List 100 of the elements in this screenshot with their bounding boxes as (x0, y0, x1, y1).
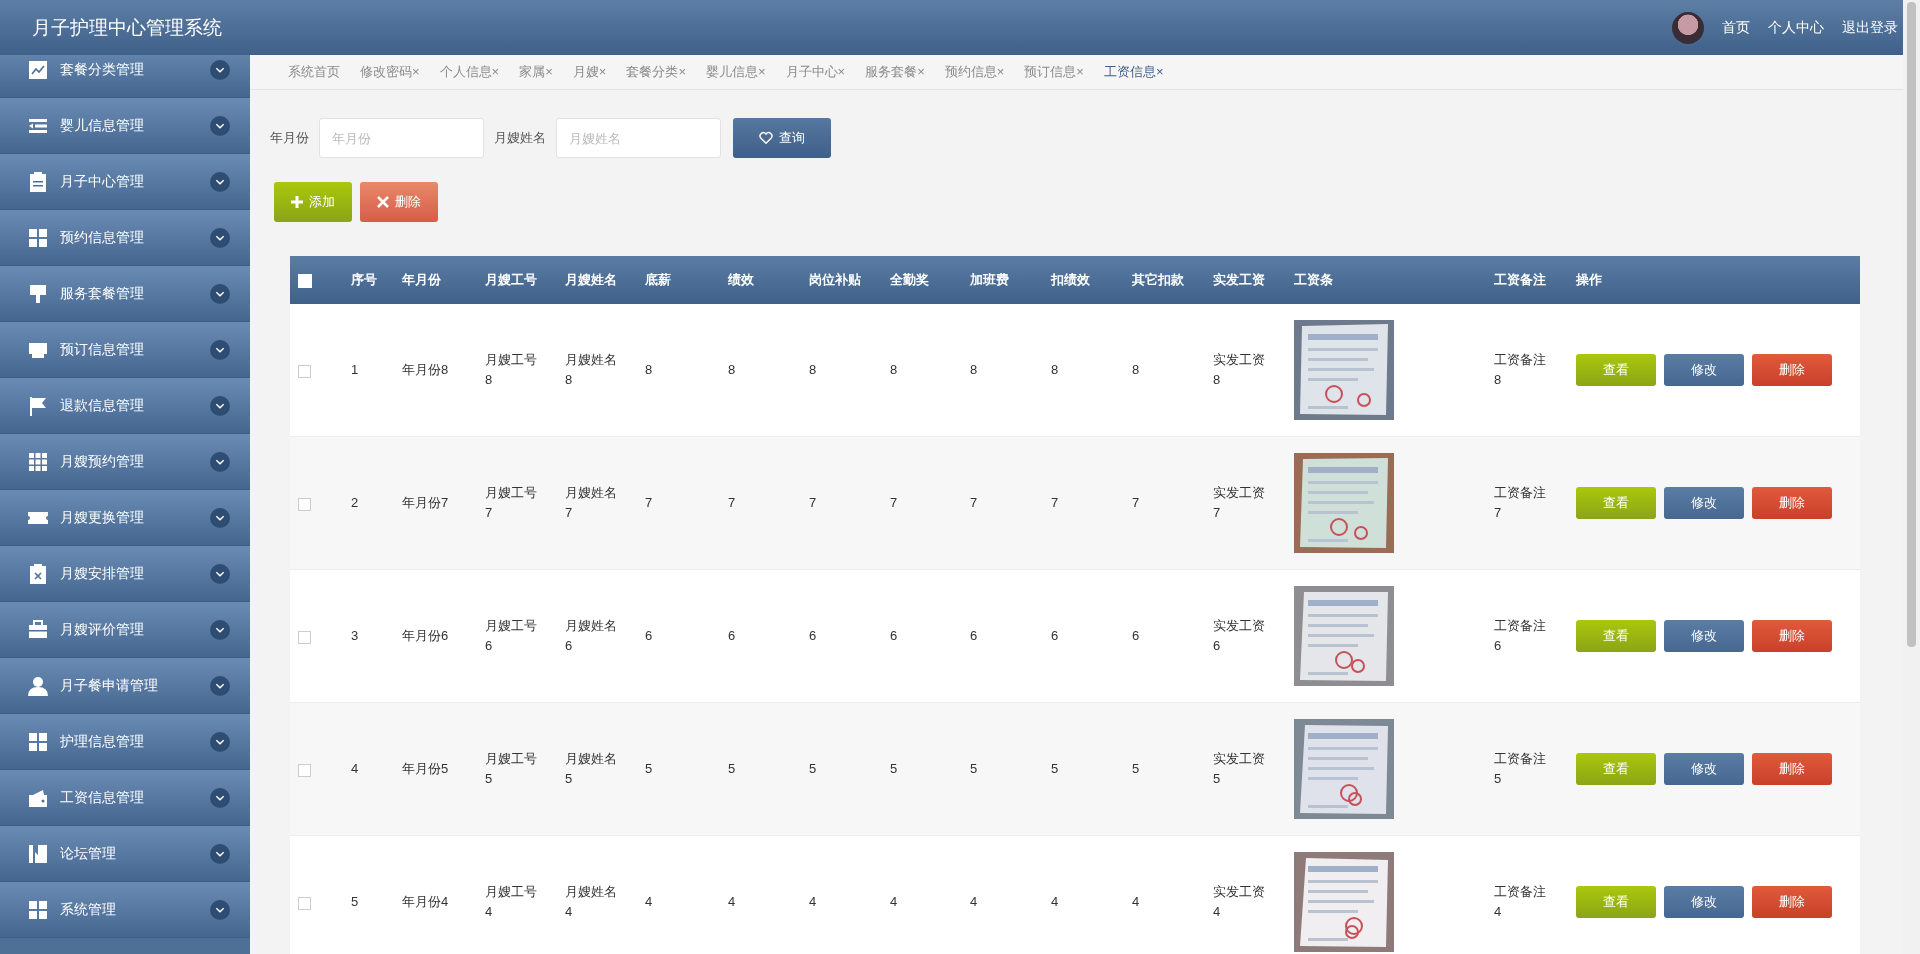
chevron-down-icon[interactable] (210, 227, 230, 248)
sidebar-item[interactable]: 月嫂安排管理 (0, 546, 250, 602)
edit-button[interactable]: 修改 (1664, 753, 1744, 785)
delete-button[interactable]: 删除 (1752, 487, 1832, 519)
chevron-down-icon[interactable] (210, 395, 230, 416)
view-button[interactable]: 查看 (1576, 354, 1656, 386)
table-cell-text: 5 (970, 760, 978, 778)
table-cell-text: 月嫂姓名7 (565, 484, 618, 522)
sidebar-item[interactable]: 系统管理 (0, 882, 250, 938)
chevron-down-icon[interactable] (210, 619, 230, 640)
tab[interactable]: 服务套餐× (865, 63, 925, 81)
sidebar-item[interactable]: 预约信息管理 (0, 210, 250, 266)
edit-button[interactable]: 修改 (1664, 487, 1744, 519)
avatar[interactable] (1672, 11, 1704, 44)
sidebar-item[interactable]: 月嫂更换管理 (0, 490, 250, 546)
delete-button[interactable]: 删除 (1752, 354, 1832, 386)
delete-button[interactable]: 删除 (360, 182, 438, 222)
row-checkbox[interactable] (298, 763, 311, 777)
table-cell-text: 年月份4 (402, 893, 449, 911)
column-header: 操作 (1568, 256, 1860, 304)
sidebar-item[interactable]: 论坛管理 (0, 826, 250, 882)
table-cell-text: 7 (970, 494, 978, 512)
table-cell-text: 实发工资7 (1213, 484, 1266, 522)
delete-button[interactable]: 删除 (1752, 753, 1832, 785)
column-header: 工资条 (1286, 256, 1486, 304)
column-header: 加班费 (962, 256, 1043, 304)
view-button[interactable]: 查看 (1576, 753, 1656, 785)
sidebar-item[interactable]: 月嫂预约管理 (0, 434, 250, 490)
tab[interactable]: 月嫂× (572, 63, 607, 81)
wallet-icon (28, 787, 48, 808)
delete-button[interactable]: 删除 (1752, 620, 1832, 652)
row-checkbox[interactable] (298, 497, 311, 511)
chevron-down-icon[interactable] (210, 339, 230, 360)
table-cell-text: 7 (890, 494, 898, 512)
nav-link[interactable]: 个人中心 (1768, 18, 1824, 37)
sidebar-item[interactable]: 工资信息管理 (0, 770, 250, 826)
table-cell-text: 5 (645, 760, 653, 778)
sidebar-item[interactable]: 预订信息管理 (0, 322, 250, 378)
view-button[interactable]: 查看 (1576, 620, 1656, 652)
sidebar-item[interactable]: 婴儿信息管理 (0, 98, 250, 154)
view-button[interactable]: 查看 (1576, 886, 1656, 918)
table-cell-text: 4 (1132, 893, 1140, 911)
chevron-down-icon[interactable] (210, 787, 230, 808)
table-cell-text: 8 (890, 361, 898, 379)
grid-icon (28, 451, 48, 472)
chevron-down-icon[interactable] (210, 507, 230, 528)
search-button[interactable]: 查询 (733, 118, 831, 158)
nav-link[interactable]: 首页 (1722, 18, 1750, 37)
flag-icon (28, 395, 48, 416)
tab[interactable]: 套餐分类× (626, 63, 686, 81)
chevron-down-icon[interactable] (210, 731, 230, 752)
edit-button[interactable]: 修改 (1664, 886, 1744, 918)
table-cell-text: 工资备注8 (1494, 351, 1547, 389)
sidebar-item[interactable]: 套餐分类管理 (0, 55, 250, 98)
sidebar-item[interactable]: 月子中心管理 (0, 154, 250, 210)
tab[interactable]: 预订信息× (1024, 63, 1084, 81)
edit-button[interactable]: 修改 (1664, 354, 1744, 386)
chevron-down-icon[interactable] (210, 843, 230, 864)
tab[interactable]: 婴儿信息× (705, 63, 766, 81)
chevron-down-icon[interactable] (210, 59, 230, 80)
table-cell-text: 工资备注6 (1494, 617, 1547, 655)
tab[interactable]: 系统首页 (288, 63, 340, 81)
field-label: 年月份 (270, 129, 309, 147)
tab[interactable]: 个人信息× (439, 63, 500, 81)
table-cell-text: 年月份7 (402, 494, 449, 512)
tab[interactable]: 月子中心× (785, 63, 846, 81)
table-cell-text: 月嫂姓名6 (565, 617, 618, 655)
delete-button[interactable]: 删除 (1752, 886, 1832, 918)
select-all-checkbox[interactable] (298, 273, 312, 288)
table-cell-text: 实发工资5 (1213, 750, 1266, 788)
sidebar-item[interactable]: 月嫂评价管理 (0, 602, 250, 658)
tab[interactable]: 修改密码× (360, 63, 420, 81)
sidebar-item[interactable]: 服务套餐管理 (0, 266, 250, 322)
tab[interactable]: 家属× (519, 63, 553, 81)
add-button[interactable]: 添加 (274, 182, 352, 222)
sidebar-item[interactable]: 月子餐申请管理 (0, 658, 250, 714)
search-field[interactable]: 年月份 (319, 118, 484, 158)
sidebar-item[interactable]: 退款信息管理 (0, 378, 250, 434)
tab[interactable]: 工资信息× (1103, 63, 1164, 81)
view-button[interactable]: 查看 (1576, 487, 1656, 519)
chevron-down-icon[interactable] (210, 115, 230, 136)
nav-link[interactable]: 退出登录 (1842, 18, 1898, 37)
column-header: 底薪 (637, 256, 720, 304)
edit-button[interactable]: 修改 (1664, 620, 1744, 652)
chevron-down-icon[interactable] (210, 171, 230, 192)
row-checkbox[interactable] (298, 630, 311, 644)
briefcase-icon (28, 619, 48, 640)
row-checkbox[interactable] (298, 896, 311, 910)
search-field[interactable]: 月嫂姓名 (556, 118, 721, 158)
scrollbar-thumb[interactable] (1907, 2, 1916, 647)
row-checkbox[interactable] (298, 364, 311, 378)
chevron-down-icon[interactable] (210, 451, 230, 472)
sidebar-item[interactable]: 护理信息管理 (0, 714, 250, 770)
table-cell-text: 6 (1051, 627, 1059, 645)
chevron-down-icon[interactable] (210, 283, 230, 304)
tab[interactable]: 预约信息× (944, 63, 1005, 81)
table-cell-text: 5 (728, 760, 736, 778)
chevron-down-icon[interactable] (210, 675, 230, 696)
chevron-down-icon[interactable] (210, 899, 230, 920)
chevron-down-icon[interactable] (210, 563, 230, 584)
